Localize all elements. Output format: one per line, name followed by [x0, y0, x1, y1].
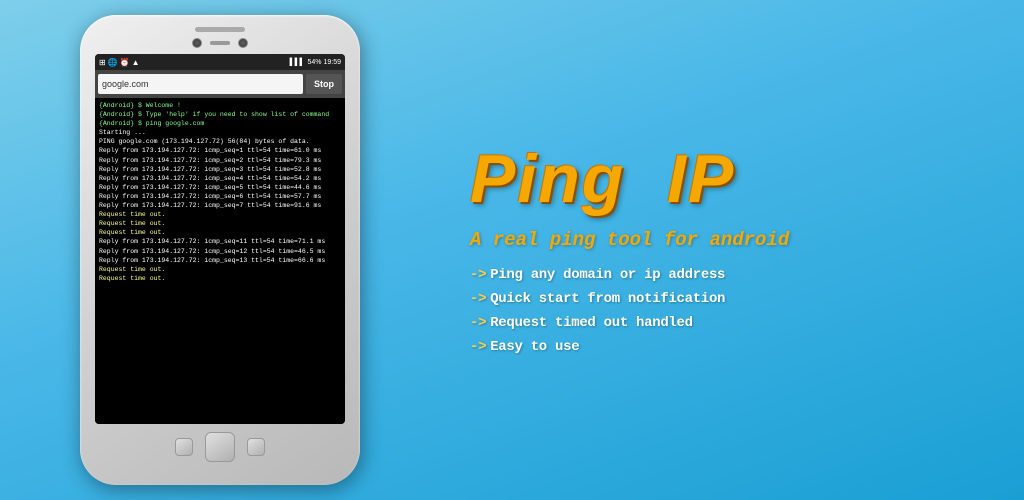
- url-input-bar[interactable]: Stop: [95, 70, 345, 98]
- phone-mockup: ⊞ 🌐 ⏰ ▲ ▌▌▌ 54% 19:59 Stop {Android} $ W…: [0, 0, 440, 500]
- home-button[interactable]: [205, 432, 235, 462]
- arrow-icon: ->: [470, 267, 486, 283]
- arrow-icon: ->: [470, 339, 486, 355]
- app-subtitle: A real ping tool for android: [470, 229, 994, 251]
- terminal-line: Reply from 173.194.127.72: icmp_seq=4 tt…: [99, 174, 341, 183]
- menu-button[interactable]: [247, 438, 265, 456]
- terminal-line: Request time out.: [99, 265, 341, 274]
- stop-button[interactable]: Stop: [306, 74, 342, 94]
- features-list: ->Ping any domain or ip address ->Quick s…: [470, 267, 994, 355]
- wifi-icon: ▲: [132, 58, 140, 67]
- back-button[interactable]: [175, 438, 193, 456]
- terminal-line: PING google.com (173.194.127.72) 56(84) …: [99, 137, 341, 146]
- phone-speaker: [195, 27, 245, 32]
- feature-item: ->Ping any domain or ip address: [470, 267, 994, 283]
- terminal-line: Reply from 173.194.127.72: icmp_seq=2 tt…: [99, 156, 341, 165]
- app-title: Ping IP: [470, 145, 994, 213]
- terminal-line: Reply from 173.194.127.72: icmp_seq=7 tt…: [99, 201, 341, 210]
- terminal-line: {Android} $ ping google.com: [99, 119, 341, 128]
- browser-icon: 🌐: [108, 58, 118, 67]
- alarm-icon: ⏰: [120, 58, 130, 67]
- phone-device: ⊞ 🌐 ⏰ ▲ ▌▌▌ 54% 19:59 Stop {Android} $ W…: [80, 15, 360, 485]
- phone-nav-buttons: [175, 432, 265, 462]
- terminal-line: Reply from 173.194.127.72: icmp_seq=12 t…: [99, 247, 341, 256]
- terminal-line: Reply from 173.194.127.72: icmp_seq=11 t…: [99, 237, 341, 246]
- terminal-line: {Android} $ Type 'help' if you need to s…: [99, 110, 341, 119]
- terminal-line: Request time out.: [99, 210, 341, 219]
- terminal-line: {Android} $ Welcome !: [99, 101, 341, 110]
- terminal-line: Reply from 173.194.127.72: icmp_seq=1 tt…: [99, 146, 341, 155]
- terminal-line: Request time out.: [99, 274, 341, 283]
- status-left-icons: ⊞ 🌐 ⏰ ▲: [99, 58, 140, 67]
- terminal-line: Request time out.: [99, 219, 341, 228]
- feature-item: ->Quick start from notification: [470, 291, 994, 307]
- terminal-output: {Android} $ Welcome !{Android} $ Type 'h…: [95, 98, 345, 424]
- nav-icon: ⊞: [99, 58, 106, 67]
- signal-bars: ▌▌▌: [290, 59, 305, 66]
- status-bar: ⊞ 🌐 ⏰ ▲ ▌▌▌ 54% 19:59: [95, 54, 345, 70]
- phone-camera-icon2: [238, 38, 248, 48]
- url-input[interactable]: [98, 74, 303, 94]
- title-ping: Ping: [470, 141, 625, 217]
- title-ip: IP: [667, 141, 735, 217]
- feature-item: ->Easy to use: [470, 339, 994, 355]
- arrow-icon: ->: [470, 291, 486, 307]
- battery-percent: 54% 19:59: [308, 59, 341, 66]
- arrow-icon: ->: [470, 315, 486, 331]
- status-right-info: ▌▌▌ 54% 19:59: [290, 59, 341, 66]
- terminal-line: Reply from 173.194.127.72: icmp_seq=6 tt…: [99, 192, 341, 201]
- terminal-line: Request time out.: [99, 228, 341, 237]
- terminal-line: Reply from 173.194.127.72: icmp_seq=5 tt…: [99, 183, 341, 192]
- phone-camera-icon: [192, 38, 202, 48]
- feature-item: ->Request timed out handled: [470, 315, 994, 331]
- phone-sensor: [210, 41, 230, 45]
- info-area: Ping IP A real ping tool for android ->P…: [440, 125, 1024, 375]
- phone-screen: ⊞ 🌐 ⏰ ▲ ▌▌▌ 54% 19:59 Stop {Android} $ W…: [95, 54, 345, 424]
- terminal-line: Reply from 173.194.127.72: icmp_seq=13 t…: [99, 256, 341, 265]
- terminal-line: Starting ...: [99, 128, 341, 137]
- terminal-line: Reply from 173.194.127.72: icmp_seq=3 tt…: [99, 165, 341, 174]
- phone-camera-row: [192, 38, 248, 48]
